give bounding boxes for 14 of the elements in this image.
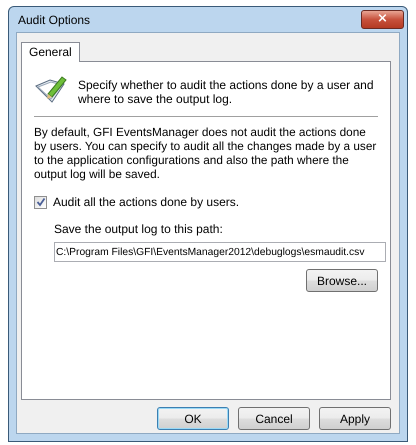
dialog-button[interactable]: Apply — [319, 407, 391, 430]
field-label: Save the output log to this path: — [54, 222, 224, 236]
checkbox-label: Audit all the actions done by users. — [53, 195, 240, 209]
window-title: Audit Options — [17, 12, 90, 26]
instruction-text: Specify whether to audit the actions done by a user and where to save the output log. — [78, 77, 375, 106]
description-text: By default, GFI EventsManager does not audit the actions done by users. You can specify to audit all the changes made by a user to the application configurations and also the path where the output log will be saved. — [34, 125, 378, 181]
checkbox[interactable] — [34, 196, 47, 208]
tab[interactable]: General — [21, 42, 80, 62]
close-button[interactable]: × — [361, 10, 404, 29]
dialog-button[interactable]: Cancel — [238, 407, 310, 430]
browse-button[interactable]: Browse... — [306, 269, 378, 292]
dialog-button[interactable]: OK — [157, 407, 229, 430]
path-field[interactable]: C:\Program Files\GFI\EventsManager2012\debuglogs\esmaudit.csv — [54, 242, 386, 262]
notebook-pencil-icon — [34, 74, 68, 104]
